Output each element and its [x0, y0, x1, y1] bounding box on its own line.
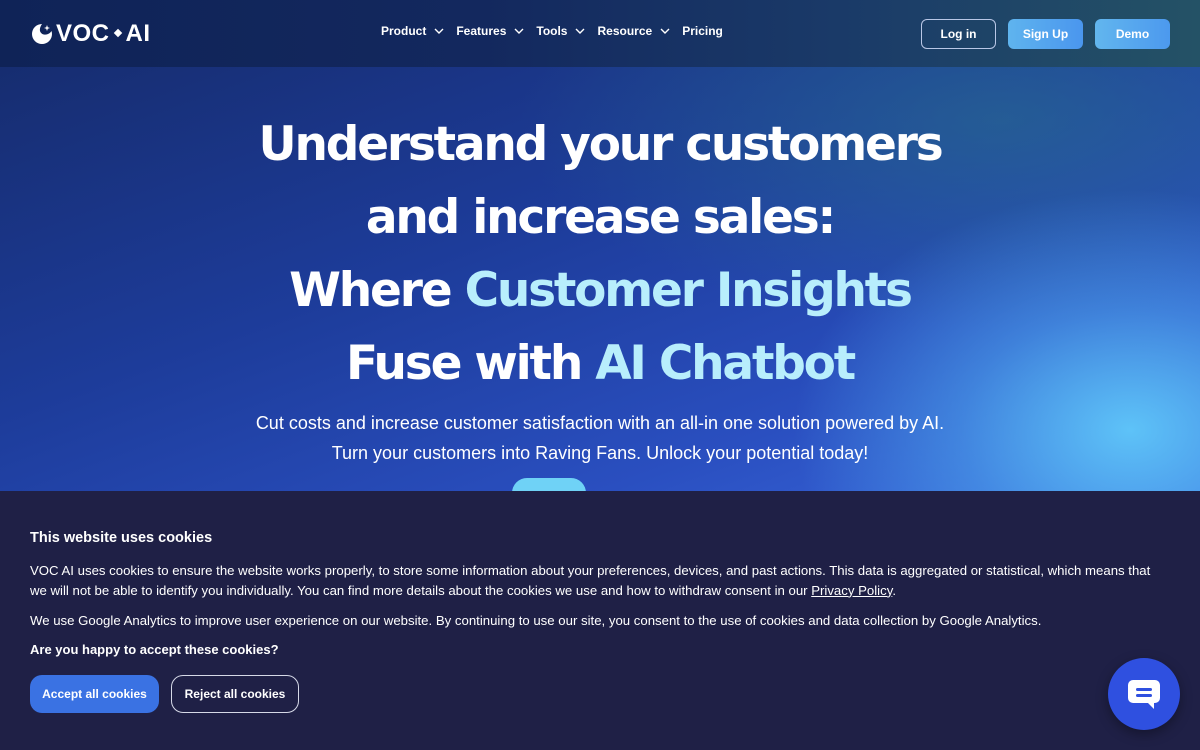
nav-item-tools[interactable]: Tools: [536, 24, 586, 38]
login-button[interactable]: Log in: [921, 19, 996, 49]
logo-text-voc: VOC: [56, 20, 110, 47]
nav-item-product[interactable]: Product: [381, 24, 445, 38]
chevron-down-icon: [660, 28, 670, 34]
headline-line-2: and increase sales:: [365, 190, 836, 245]
headline-line-4: Fuse with AI Chatbot: [0, 327, 1200, 400]
top-navbar: VOC AI Product Features Tools Resource P…: [0, 0, 1200, 67]
headline-line-1: Understand your customers: [258, 117, 944, 172]
cookie-actions: Accept all cookies Reject all cookies: [30, 675, 299, 713]
logo-icon: [32, 24, 52, 44]
hero-subtitle: Cut costs and increase customer satisfac…: [0, 408, 1200, 468]
chevron-down-icon: [575, 28, 585, 34]
headline-accent-ai-chatbot: AI Chatbot: [595, 336, 856, 391]
headline-line-3: Where Customer Insights: [0, 254, 1200, 327]
logo[interactable]: VOC AI: [30, 20, 151, 47]
logo-diamond-icon: [113, 28, 122, 38]
nav-item-label: Pricing: [682, 24, 723, 38]
nav-item-label: Tools: [536, 24, 568, 38]
headline-line-3-prefix: Where: [289, 263, 465, 318]
nav-item-resource[interactable]: Resource: [597, 24, 671, 38]
nav-item-label: Features: [456, 24, 507, 38]
chat-bubble-icon: [1128, 680, 1160, 709]
reject-all-cookies-button[interactable]: Reject all cookies: [171, 675, 299, 713]
nav-item-label: Resource: [597, 24, 653, 38]
cookie-analytics-notice: We use Google Analytics to improve user …: [30, 613, 1042, 628]
nav-item-features[interactable]: Features: [456, 24, 525, 38]
nav-item-pricing[interactable]: Pricing: [682, 24, 723, 38]
signup-button[interactable]: Sign Up: [1008, 19, 1083, 49]
cookie-description: VOC AI uses cookies to ensure the websit…: [30, 561, 1170, 600]
logo-text-ai: AI: [125, 20, 151, 47]
cookie-banner-title: This website uses cookies: [30, 530, 213, 546]
cookie-description-end: .: [892, 582, 896, 598]
chevron-down-icon: [434, 28, 444, 34]
accept-all-cookies-button[interactable]: Accept all cookies: [30, 675, 159, 713]
cookie-question: Are you happy to accept these cookies?: [30, 642, 279, 657]
cookie-banner: This website uses cookies VOC AI uses co…: [0, 491, 1200, 750]
nav-item-label: Product: [381, 24, 427, 38]
nav-actions: Log in Sign Up Demo: [921, 19, 1170, 49]
chevron-down-icon: [514, 28, 524, 34]
headline-accent-customer-insights: Customer Insights: [464, 263, 913, 318]
demo-button[interactable]: Demo: [1095, 19, 1170, 49]
headline-line-4-prefix: Fuse with: [345, 336, 596, 391]
chat-widget-button[interactable]: [1108, 658, 1180, 730]
subtitle-line-2: Turn your customers into Raving Fans. Un…: [331, 443, 869, 463]
cookie-description-text: VOC AI uses cookies to ensure the websit…: [30, 563, 1151, 598]
privacy-policy-link[interactable]: Privacy Policy: [811, 583, 892, 598]
hero-headline: Understand your customers and increase s…: [0, 108, 1200, 400]
nav-menu: Product Features Tools Resource Pricing: [381, 24, 734, 38]
subtitle-line-1: Cut costs and increase customer satisfac…: [255, 413, 945, 433]
